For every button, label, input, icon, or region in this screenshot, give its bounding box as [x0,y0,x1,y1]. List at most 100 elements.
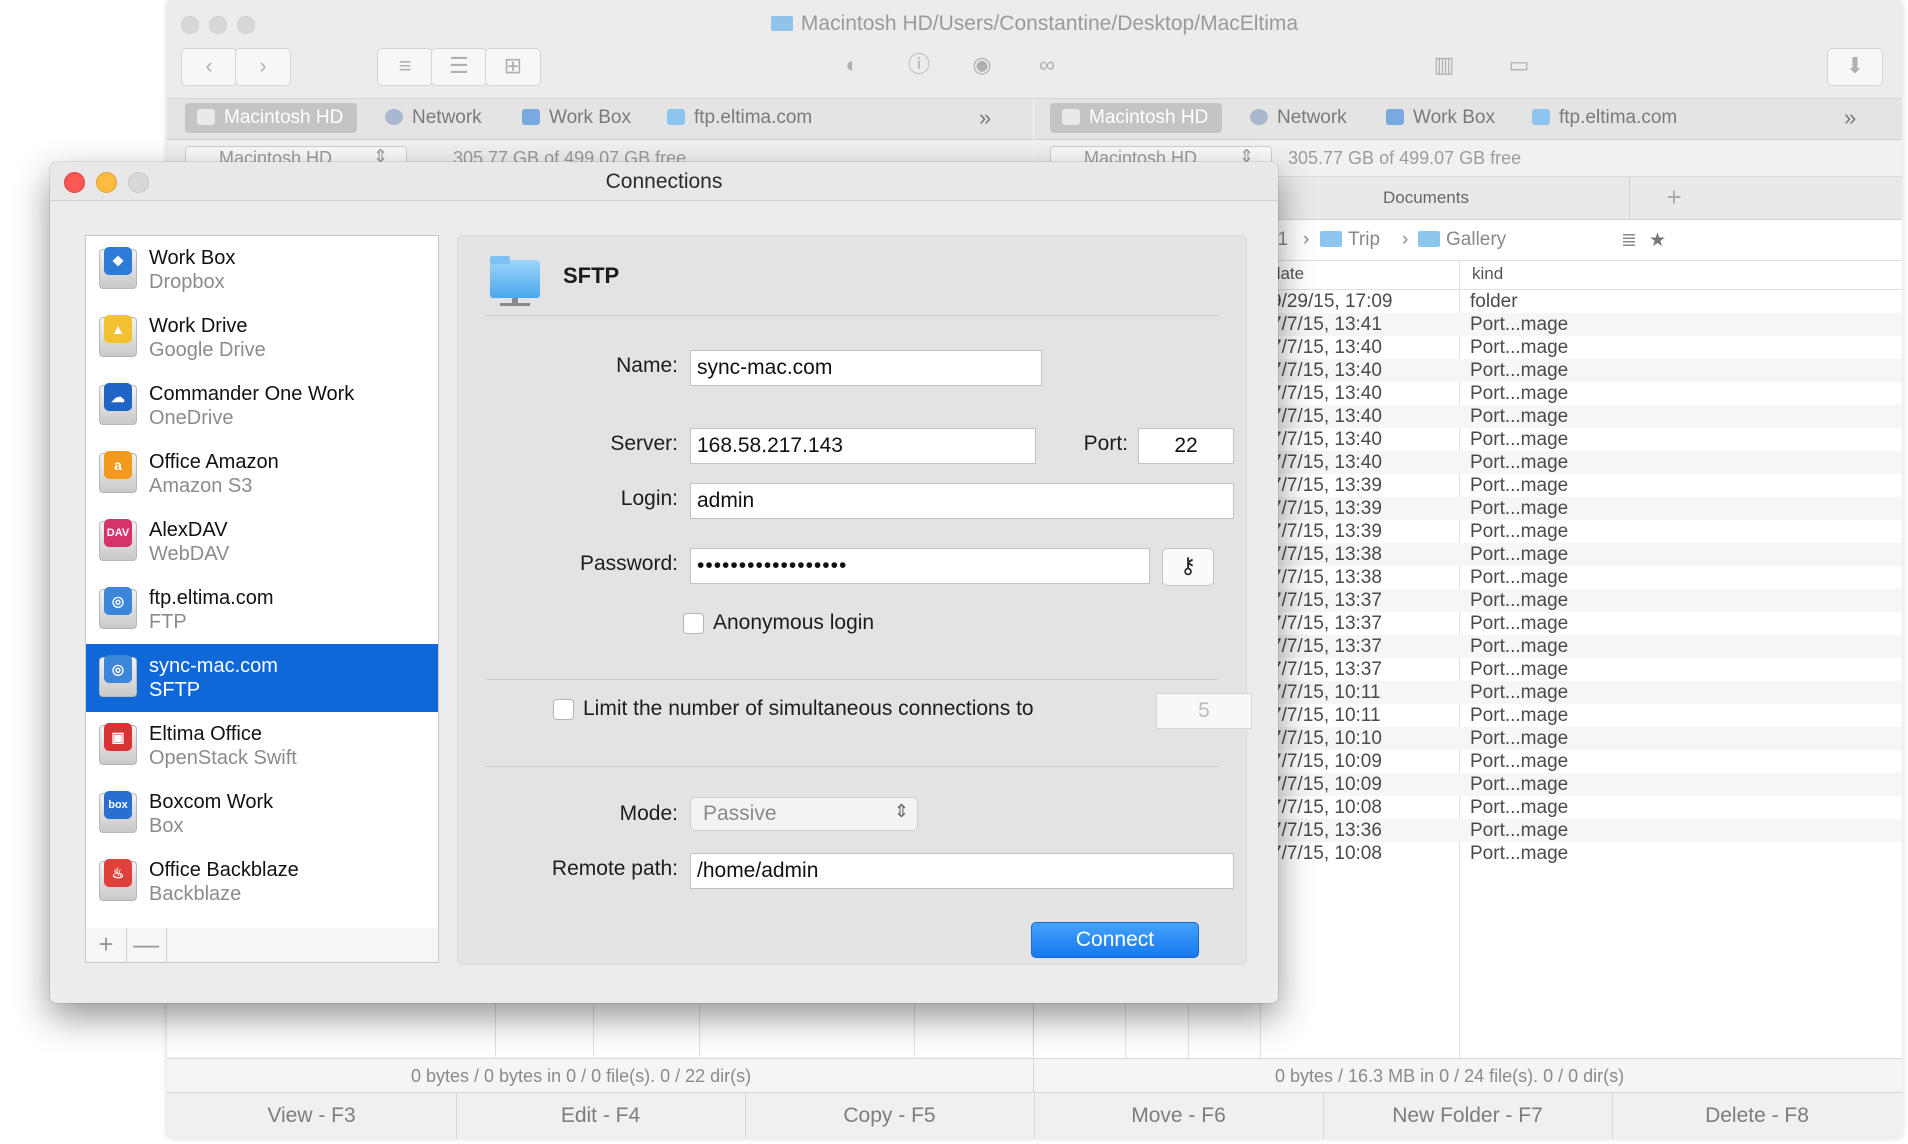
connect-button[interactable]: Connect [1031,922,1199,958]
left-tabs-overflow[interactable]: » [979,103,991,133]
search-button[interactable]: ∞ [1022,48,1072,84]
terminal-button[interactable]: ▭ [1494,48,1544,84]
terminal-icon: ▭ [1508,52,1530,77]
remove-connection-button[interactable]: — [126,928,167,962]
connection-type: SFTP [149,679,201,701]
add-tab-button[interactable]: + [1654,177,1694,219]
left-tab-macintosh-hd[interactable]: Macintosh HD [185,103,358,133]
connection-item[interactable]: ♨ Office Backblaze Backblaze [86,848,438,916]
move-f6-button[interactable]: Move - F6 [1034,1093,1324,1138]
keychain-button[interactable]: ⚷ [1162,548,1214,586]
connection-type: Google Drive [149,339,266,361]
right-tab-network[interactable]: Network [1250,103,1347,133]
amazon-s3-icon: a [99,451,137,497]
view-f3-button[interactable]: View - F3 [167,1093,457,1138]
download-button[interactable]: ⬇ [1827,48,1883,86]
login-field[interactable]: admin [690,483,1234,519]
updown-icon: ⇕ [893,801,909,821]
file-kind: folder [1470,291,1518,312]
name-label: Name: [616,354,678,377]
star-icon[interactable]: ★ [1649,229,1666,252]
binoculars-icon: ∞ [1039,52,1055,77]
file-kind: Port...mage [1470,659,1569,680]
edit-f4-button[interactable]: Edit - F4 [456,1093,746,1138]
right-drive-space: 305.77 GB of 499.07 GB free [1288,148,1522,168]
right-tab-macintosh-hd[interactable]: Macintosh HD [1050,103,1223,133]
network-icon [1250,109,1268,125]
left-tab-work-box[interactable]: Work Box [522,103,631,133]
file-date: 7/7/15, 10:09 [1271,751,1382,772]
file-kind: Port...mage [1470,682,1569,703]
toggle-hidden-button[interactable]: ◐ [827,48,877,84]
right-tabs-overflow[interactable]: » [1844,103,1856,133]
column-kind[interactable]: kind [1472,264,1503,284]
file-kind: Port...mage [1470,728,1569,749]
right-status: 0 bytes / 16.3 MB in 0 / 24 file(s). 0 /… [1275,1066,1625,1086]
archive-icon: ▥ [1433,52,1455,77]
dropbox-icon [1386,109,1404,125]
file-date: 7/7/15, 13:38 [1271,567,1382,588]
status-bar: 0 bytes / 0 bytes in 0 / 0 file(s). 0 / … [167,1058,1902,1093]
folder-icon [1320,231,1342,247]
file-kind: Port...mage [1470,590,1569,611]
server-field[interactable]: 168.58.217.143 [690,428,1036,464]
connection-item[interactable]: ◎ sync-mac.com SFTP [86,644,438,712]
remote-path-field[interactable]: /home/admin [690,853,1234,889]
connection-item[interactable]: ◎ ftp.eltima.com FTP [86,576,438,644]
connection-type: Amazon S3 [149,475,253,497]
tab-documents[interactable]: Documents [1222,177,1630,219]
file-kind: Port...mage [1470,705,1569,726]
name-field[interactable]: sync-mac.com [690,350,1042,386]
file-date: 7/7/15, 13:40 [1271,429,1382,450]
left-tab-network[interactable]: Network [385,103,482,133]
back-button[interactable]: ‹ [181,48,237,86]
right-tab-ftp[interactable]: ftp.eltima.com [1532,103,1677,133]
connection-type: OneDrive [149,407,234,429]
delete-f8-button[interactable]: Delete - F8 [1612,1093,1902,1138]
archive-button[interactable]: ▥ [1419,48,1469,84]
password-field[interactable]: •••••••••••••••••• [690,548,1150,584]
connection-name: Work Box [149,247,236,269]
info-button[interactable]: ⓘ [894,48,944,84]
connection-name: Work Drive [149,315,248,337]
add-connection-button[interactable]: + [86,928,127,962]
anonymous-checkbox[interactable] [683,613,704,634]
new-folder-f7-button[interactable]: New Folder - F7 [1323,1093,1613,1138]
box-icon: box [99,791,137,837]
limit-connections-field[interactable]: 5 [1156,693,1252,729]
left-tab-strip: Macintosh HD Network Work Box ftp.eltima… [167,99,1033,140]
connection-item[interactable]: box Boxcom Work Box [86,780,438,848]
right-tab-work-box[interactable]: Work Box [1386,103,1495,133]
file-kind: Port...mage [1470,475,1569,496]
view-grid-button[interactable]: ⊞ [485,48,541,86]
file-date: 7/7/15, 10:10 [1271,728,1382,749]
forward-button[interactable]: › [235,48,291,86]
connection-item[interactable]: ▣ Eltima Office OpenStack Swift [86,712,438,780]
view-list-button[interactable]: ☰ [431,48,487,86]
connection-item[interactable]: ☁ Commander One Work OneDrive [86,372,438,440]
left-tab-ftp[interactable]: ftp.eltima.com [667,103,812,133]
connection-item[interactable]: a Office Amazon Amazon S3 [86,440,438,508]
connection-type: Dropbox [149,271,225,293]
breadcrumb-item[interactable]: Trip [1320,229,1380,251]
port-field[interactable]: 22 [1138,428,1234,464]
file-kind: Port...mage [1470,751,1569,772]
folder-icon [1418,231,1440,247]
file-date: 7/7/15, 13:40 [1271,452,1382,473]
preview-button[interactable]: ◉ [957,48,1007,84]
list-options-icon[interactable]: ≣ [1621,229,1637,252]
copy-f5-button[interactable]: Copy - F5 [745,1093,1035,1138]
hard-drive-icon [1062,109,1080,125]
right-tab-strip: Macintosh HD Network Work Box ftp.eltima… [1034,99,1902,140]
connection-item[interactable]: ▲ Work Drive Google Drive [86,304,438,372]
limit-connections-checkbox[interactable] [553,699,574,720]
mode-select[interactable]: Passive ⇕ [690,797,918,831]
breadcrumb-item[interactable]: Gallery [1418,229,1506,251]
connection-type: OpenStack Swift [149,747,297,769]
left-status: 0 bytes / 0 bytes in 0 / 0 file(s). 0 / … [411,1066,752,1086]
bg-titlebar: Macintosh HD/Users/Constantine/Desktop/M… [167,0,1902,99]
connection-item[interactable]: DAV AlexDAV WebDAV [86,508,438,576]
view-brief-button[interactable]: ≡ [377,48,433,86]
list-toolbar: + — [85,928,439,963]
connection-item[interactable]: ❖ Work Box Dropbox [86,236,438,304]
